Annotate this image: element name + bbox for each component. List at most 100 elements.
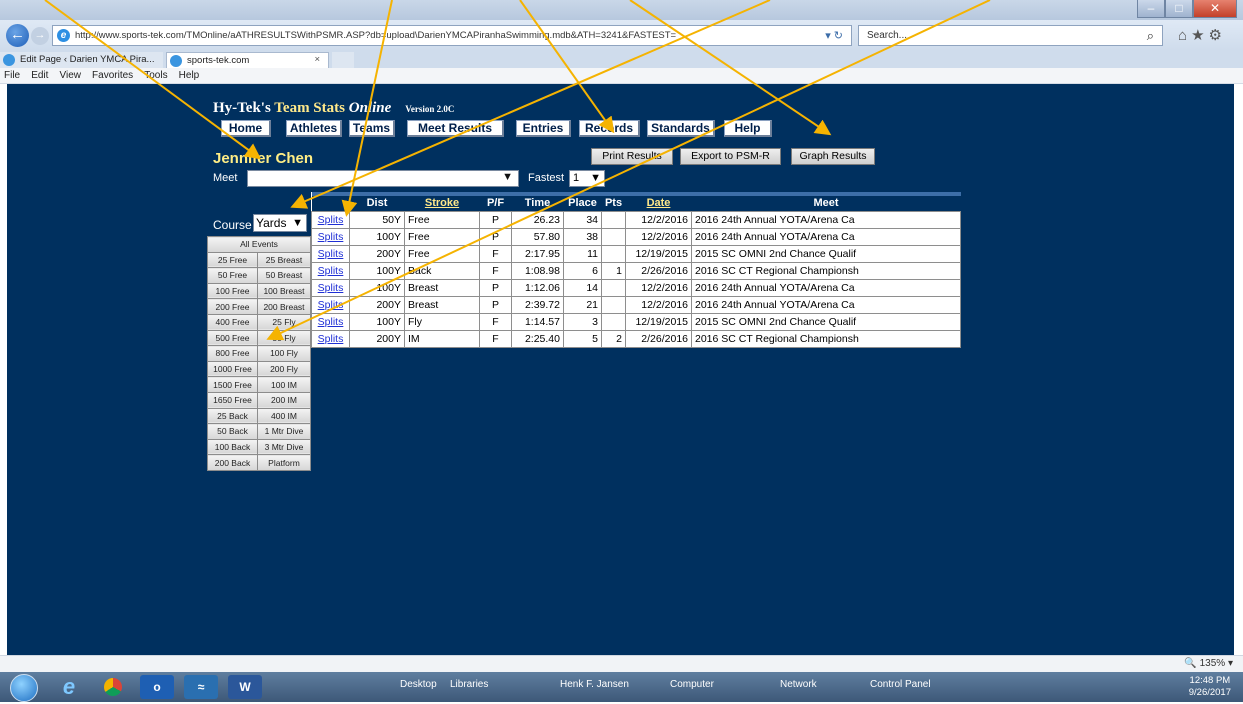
new-tab-button[interactable] bbox=[332, 52, 354, 68]
nav-standards-button[interactable]: Standards bbox=[647, 120, 715, 137]
nav-entries-button[interactable]: Entries bbox=[516, 120, 571, 137]
splits-link[interactable]: Splits bbox=[318, 214, 344, 226]
zoom-level[interactable]: 🔍 135% ▾ bbox=[1184, 658, 1233, 669]
menu-view[interactable]: View bbox=[55, 68, 85, 81]
event-button[interactable]: 1650 Free bbox=[207, 391, 258, 409]
event-button[interactable]: 100 IM bbox=[257, 376, 311, 393]
minimize-icon[interactable]: – bbox=[1137, 0, 1165, 18]
tab-sports-tek[interactable]: sports-tek.com × bbox=[166, 52, 329, 68]
taskbar-control-panel[interactable]: Control Panel bbox=[870, 679, 931, 690]
nav-records-button[interactable]: Records bbox=[579, 120, 640, 137]
cell-stroke: Free bbox=[404, 210, 480, 229]
nav-athletes-button[interactable]: Athletes bbox=[286, 120, 342, 137]
taskbar-network[interactable]: Network bbox=[780, 679, 817, 690]
forward-button[interactable]: → bbox=[31, 27, 49, 45]
splits-link[interactable]: Splits bbox=[318, 316, 344, 328]
word-taskbar-icon[interactable]: W bbox=[228, 675, 262, 699]
meet-label: Meet bbox=[213, 172, 238, 184]
refresh-icon[interactable]: ▾ ↻ bbox=[825, 29, 843, 42]
event-button[interactable]: 50 Back bbox=[207, 423, 258, 440]
nav-home-button[interactable]: Home bbox=[221, 120, 271, 137]
event-button[interactable]: 400 Free bbox=[207, 313, 258, 331]
gear-icon[interactable]: ⚙ bbox=[1209, 27, 1226, 44]
event-button[interactable]: 25 Breast bbox=[257, 251, 311, 269]
chevron-down-icon[interactable]: ▼ bbox=[292, 215, 303, 231]
event-button[interactable]: 50 Fly bbox=[257, 329, 311, 347]
cell-pf: F bbox=[479, 312, 512, 331]
event-button[interactable]: 100 Back bbox=[207, 438, 258, 456]
search-icon[interactable]: ⌕ bbox=[1147, 28, 1154, 44]
event-button[interactable]: 100 Breast bbox=[257, 282, 311, 300]
event-button[interactable]: 800 Free bbox=[207, 345, 258, 362]
cell-dist: 100Y bbox=[349, 278, 405, 297]
ie-taskbar-icon[interactable]: e bbox=[52, 675, 86, 699]
nav-teams-button[interactable]: Teams bbox=[349, 120, 395, 137]
taskbar-clock[interactable]: 12:48 PM 9/26/2017 bbox=[1189, 675, 1231, 699]
close-icon[interactable]: ✕ bbox=[1193, 0, 1237, 18]
course-select[interactable]: Yards ▼ bbox=[253, 214, 307, 232]
search-box[interactable]: Search... ⌕ bbox=[858, 25, 1163, 46]
splits-link[interactable]: Splits bbox=[318, 333, 344, 345]
cell-time: 1:08.98 bbox=[511, 261, 564, 280]
event-button[interactable]: 100 Free bbox=[207, 282, 258, 300]
close-tab-icon[interactable]: × bbox=[314, 54, 320, 65]
maximize-icon[interactable]: □ bbox=[1165, 0, 1193, 18]
event-button[interactable]: 3 Mtr Dive bbox=[257, 438, 311, 456]
home-icon[interactable]: ⌂ bbox=[1178, 27, 1191, 44]
start-button[interactable] bbox=[10, 674, 38, 702]
all-events-button[interactable]: All Events bbox=[207, 236, 311, 253]
address-url[interactable]: http://www.sports-tek.com/TMOnline/aATHR… bbox=[75, 30, 715, 41]
splits-link[interactable]: Splits bbox=[318, 231, 344, 243]
outlook-taskbar-icon[interactable]: o bbox=[140, 675, 174, 699]
event-button[interactable]: 1500 Free bbox=[207, 376, 258, 393]
event-button[interactable]: 200 Fly bbox=[257, 360, 311, 378]
header-date[interactable]: Date bbox=[625, 192, 692, 211]
event-button[interactable]: 25 Back bbox=[207, 407, 258, 425]
fastest-select[interactable]: 1 ▼ bbox=[569, 170, 605, 187]
event-button[interactable]: 50 Free bbox=[207, 267, 258, 284]
taskbar-user-folder[interactable]: Henk F. Jansen bbox=[560, 679, 629, 690]
splits-link[interactable]: Splits bbox=[318, 282, 344, 294]
menu-favorites[interactable]: Favorites bbox=[88, 68, 137, 81]
event-button[interactable]: 1 Mtr Dive bbox=[257, 423, 311, 440]
taskbar-libraries[interactable]: Libraries bbox=[450, 679, 488, 690]
event-button[interactable]: Platform bbox=[257, 454, 311, 471]
menu-edit[interactable]: Edit bbox=[27, 68, 52, 81]
chrome-taskbar-icon[interactable] bbox=[96, 675, 130, 699]
hytek-taskbar-icon[interactable]: ≈ bbox=[184, 675, 218, 699]
event-button[interactable]: 50 Breast bbox=[257, 267, 311, 284]
address-bar[interactable]: e http://www.sports-tek.com/TMOnline/aAT… bbox=[52, 25, 852, 46]
event-button[interactable]: 200 Free bbox=[207, 298, 258, 315]
taskbar-desktop[interactable]: Desktop bbox=[400, 679, 437, 690]
menu-file[interactable]: File bbox=[0, 68, 24, 81]
event-button[interactable]: 100 Fly bbox=[257, 345, 311, 362]
menu-tools[interactable]: Tools bbox=[140, 68, 171, 81]
tab-edit-page[interactable]: Edit Page ‹ Darien YMCA Pira... bbox=[0, 52, 163, 68]
splits-link[interactable]: Splits bbox=[318, 265, 344, 277]
chevron-down-icon[interactable]: ▼ bbox=[502, 171, 513, 183]
event-button[interactable]: 200 Breast bbox=[257, 298, 311, 315]
cell-pts bbox=[601, 312, 626, 331]
nav-help-button[interactable]: Help bbox=[724, 120, 772, 137]
event-button[interactable]: 200 IM bbox=[257, 391, 311, 409]
chevron-down-icon[interactable]: ▼ bbox=[590, 171, 601, 186]
nav-meet-results-button[interactable]: Meet Results bbox=[407, 120, 504, 137]
splits-link[interactable]: Splits bbox=[318, 248, 344, 260]
event-button[interactable]: 1000 Free bbox=[207, 360, 258, 378]
back-button[interactable]: ← bbox=[6, 24, 29, 47]
splits-link[interactable]: Splits bbox=[318, 299, 344, 311]
toolbar-icons[interactable]: ⌂★⚙ bbox=[1178, 26, 1226, 44]
meet-select[interactable]: ▼ bbox=[247, 170, 519, 187]
header-stroke[interactable]: Stroke bbox=[404, 192, 480, 211]
event-button[interactable]: 200 Back bbox=[207, 454, 258, 471]
taskbar-computer[interactable]: Computer bbox=[670, 679, 714, 690]
event-button[interactable]: 25 Fly bbox=[257, 313, 311, 331]
export-psmr-button[interactable]: Export to PSM-R bbox=[680, 148, 781, 165]
menu-help[interactable]: Help bbox=[175, 68, 204, 81]
favorites-star-icon[interactable]: ★ bbox=[1191, 27, 1208, 44]
event-button[interactable]: 25 Free bbox=[207, 251, 258, 269]
event-button[interactable]: 500 Free bbox=[207, 329, 258, 347]
event-button[interactable]: 400 IM bbox=[257, 407, 311, 425]
graph-results-button[interactable]: Graph Results bbox=[791, 148, 875, 165]
print-results-button[interactable]: Print Results bbox=[591, 148, 673, 165]
